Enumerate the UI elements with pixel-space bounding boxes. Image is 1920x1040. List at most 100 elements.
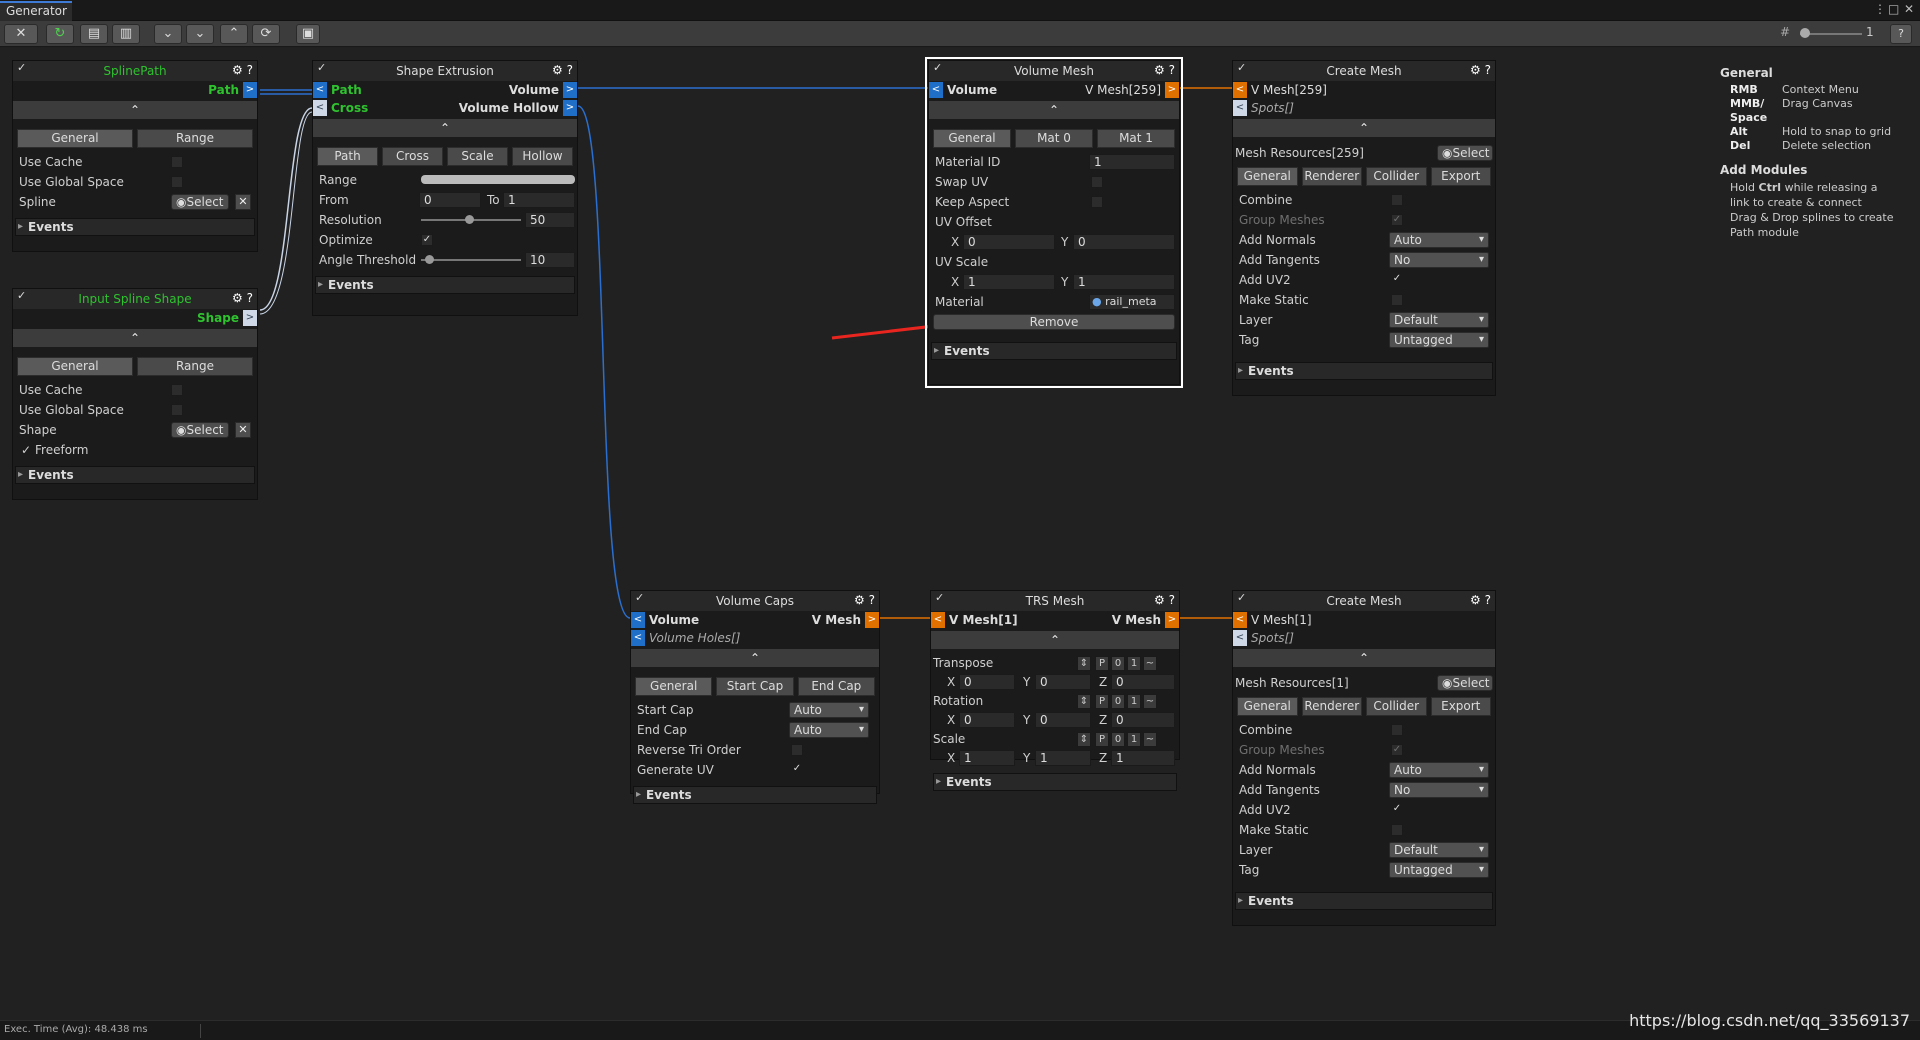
events-foldout[interactable]: Events [633, 786, 877, 804]
transpose-p-button[interactable]: P [1095, 656, 1109, 671]
collapse-toggle[interactable]: ⌃ [931, 631, 1179, 649]
scale-random-button[interactable]: ~ [1143, 732, 1157, 747]
node-header-icons[interactable]: ⚙ ? [1154, 63, 1175, 77]
help-icon[interactable]: ? [247, 291, 253, 305]
events-foldout[interactable]: Events [1235, 362, 1493, 380]
tab-general[interactable]: General [1237, 697, 1298, 716]
tab-general[interactable]: General [635, 677, 713, 696]
tab-range[interactable]: Range [137, 357, 253, 376]
gear-icon[interactable]: ⚙ [854, 593, 865, 607]
combine-checkbox[interactable] [1391, 724, 1403, 736]
help-icon[interactable]: ? [1485, 593, 1491, 607]
input-cross-port[interactable]: < [313, 100, 327, 116]
add-tangents-dropdown[interactable]: No [1389, 782, 1489, 798]
node-volume-caps[interactable]: ✓ Volume Caps ⚙ ? < Volume V Mesh > < Volume… [630, 590, 880, 804]
maximize-icon[interactable]: □ [1888, 2, 1899, 16]
node-header-icons[interactable]: ⚙ ? [552, 63, 573, 77]
close-icon[interactable]: ✕ [1904, 2, 1914, 16]
collapse-toggle[interactable]: ⌃ [929, 101, 1179, 119]
use-cache-checkbox[interactable] [171, 156, 183, 168]
gear-icon[interactable]: ⚙ [1470, 63, 1481, 77]
debug-toggle-button[interactable]: ▤ [80, 24, 108, 44]
statistics-button[interactable]: ▥ [112, 24, 140, 44]
tab-mat-1[interactable]: Mat 1 [1097, 129, 1175, 148]
zoom-slider-handle[interactable] [1800, 28, 1810, 38]
more-menu-icon[interactable]: ⋮ [1874, 2, 1886, 16]
spline-select-button[interactable]: ◉Select [171, 194, 229, 210]
output-vmesh-port[interactable]: > [865, 612, 879, 628]
node-header-icons[interactable]: ⚙ ? [854, 593, 875, 607]
node-header[interactable]: ✓ TRS Mesh ⚙ ? [931, 591, 1179, 611]
node-header-icons[interactable]: ⚙ ? [1470, 593, 1491, 607]
input-spots-port[interactable]: < [1233, 100, 1247, 116]
refresh-button[interactable]: ↻ [46, 24, 74, 44]
rotation-random-button[interactable]: ~ [1143, 694, 1157, 709]
uv-scale-x-field[interactable]: 1 [963, 274, 1055, 290]
output-vmesh-port[interactable]: > [1165, 612, 1179, 628]
tab-start-cap[interactable]: Start Cap [716, 677, 794, 696]
material-field[interactable]: ● rail_meta [1089, 294, 1175, 310]
scale-0-button[interactable]: 0 [1111, 732, 1125, 747]
uv-offset-x-field[interactable]: 0 [963, 234, 1055, 250]
output-volume-hollow-port[interactable]: > [563, 100, 577, 116]
add-uv2-checkbox[interactable]: ✓ [1391, 274, 1403, 286]
gear-icon[interactable]: ⚙ [232, 291, 243, 305]
scale-1-button[interactable]: 1 [1127, 732, 1141, 747]
output-volume-port[interactable]: > [563, 82, 577, 98]
input-spots-port[interactable]: < [1233, 630, 1247, 646]
rotation-y-field[interactable]: 0 [1035, 712, 1091, 728]
node-header-icons[interactable]: ⚙ ? [232, 63, 253, 77]
help-icon[interactable]: ? [1485, 63, 1491, 77]
shape-clear-button[interactable]: ✕ [235, 422, 251, 438]
rotation-z-field[interactable]: 0 [1111, 712, 1175, 728]
input-vmesh-port[interactable]: < [1233, 612, 1247, 628]
make-static-checkbox[interactable] [1391, 824, 1403, 836]
collapse-toggle[interactable]: ⌃ [1233, 649, 1495, 667]
angle-threshold-field[interactable]: 10 [525, 252, 575, 268]
resolution-field[interactable]: 50 [525, 212, 575, 228]
graph-canvas[interactable]: ✓ SplinePath ⚙ ? Path > ⌃ General Range Us… [0, 48, 1920, 1020]
layer-dropdown[interactable]: Default [1389, 312, 1489, 328]
start-cap-dropdown[interactable]: Auto [789, 702, 869, 718]
rotation-x-field[interactable]: 0 [959, 712, 1015, 728]
save-button[interactable]: ▣ [296, 24, 320, 44]
node-input-spline-shape[interactable]: ✓ Input Spline Shape ⚙ ? Shape > ⌃ Genera… [12, 288, 258, 500]
tab-cross[interactable]: Cross [382, 147, 443, 166]
node-volume-mesh[interactable]: ✓ Volume Mesh ⚙ ? < Volume V Mesh[259] > ⌃ … [925, 57, 1183, 388]
tab-collider[interactable]: Collider [1366, 697, 1427, 716]
collapse-toggle[interactable]: ⌃ [13, 329, 257, 347]
gear-icon[interactable]: ⚙ [232, 63, 243, 77]
transpose-z-field[interactable]: 0 [1111, 674, 1175, 690]
help-icon[interactable]: ? [567, 63, 573, 77]
node-header[interactable]: ✓ Shape Extrusion ⚙ ? [313, 61, 577, 81]
range-minmax-slider[interactable] [421, 175, 575, 184]
scale-x-field[interactable]: 1 [959, 750, 1015, 766]
spline-clear-button[interactable]: ✕ [235, 194, 251, 210]
node-header[interactable]: ✓ Volume Mesh ⚙ ? [929, 61, 1179, 81]
resolution-slider-handle[interactable] [465, 215, 474, 224]
tab-renderer[interactable]: Renderer [1301, 697, 1362, 716]
transpose-0-button[interactable]: 0 [1111, 656, 1125, 671]
use-global-space-checkbox[interactable] [171, 176, 183, 188]
make-static-checkbox[interactable] [1391, 294, 1403, 306]
node-header-icons[interactable]: ⚙ ? [1470, 63, 1491, 77]
remove-button[interactable]: Remove [933, 314, 1175, 330]
node-header[interactable]: ✓ Create Mesh ⚙ ? [1233, 591, 1495, 611]
shape-select-button[interactable]: ◉Select [171, 422, 229, 438]
collapse-toggle[interactable]: ⌃ [631, 649, 879, 667]
tag-dropdown[interactable]: Untagged [1389, 862, 1489, 878]
tab-generator[interactable]: Generator [0, 1, 72, 21]
collapse-toggle[interactable]: ⌃ [313, 119, 577, 137]
resources-select-button[interactable]: ◉Select [1437, 675, 1493, 691]
input-vmesh-port[interactable]: < [931, 612, 945, 628]
keep-aspect-checkbox[interactable] [1091, 196, 1103, 208]
scale-link-button[interactable]: ⇕ [1077, 732, 1091, 747]
uv-scale-y-field[interactable]: 1 [1073, 274, 1175, 290]
input-volume-port[interactable]: < [631, 612, 645, 628]
tab-general[interactable]: General [17, 357, 133, 376]
help-icon[interactable]: ? [869, 593, 875, 607]
resources-select-button[interactable]: ◉Select [1437, 145, 1493, 161]
clear-button[interactable]: ✕ [4, 24, 38, 44]
input-vmesh-port[interactable]: < [1233, 82, 1247, 98]
node-header-icons[interactable]: ⚙ ? [232, 291, 253, 305]
